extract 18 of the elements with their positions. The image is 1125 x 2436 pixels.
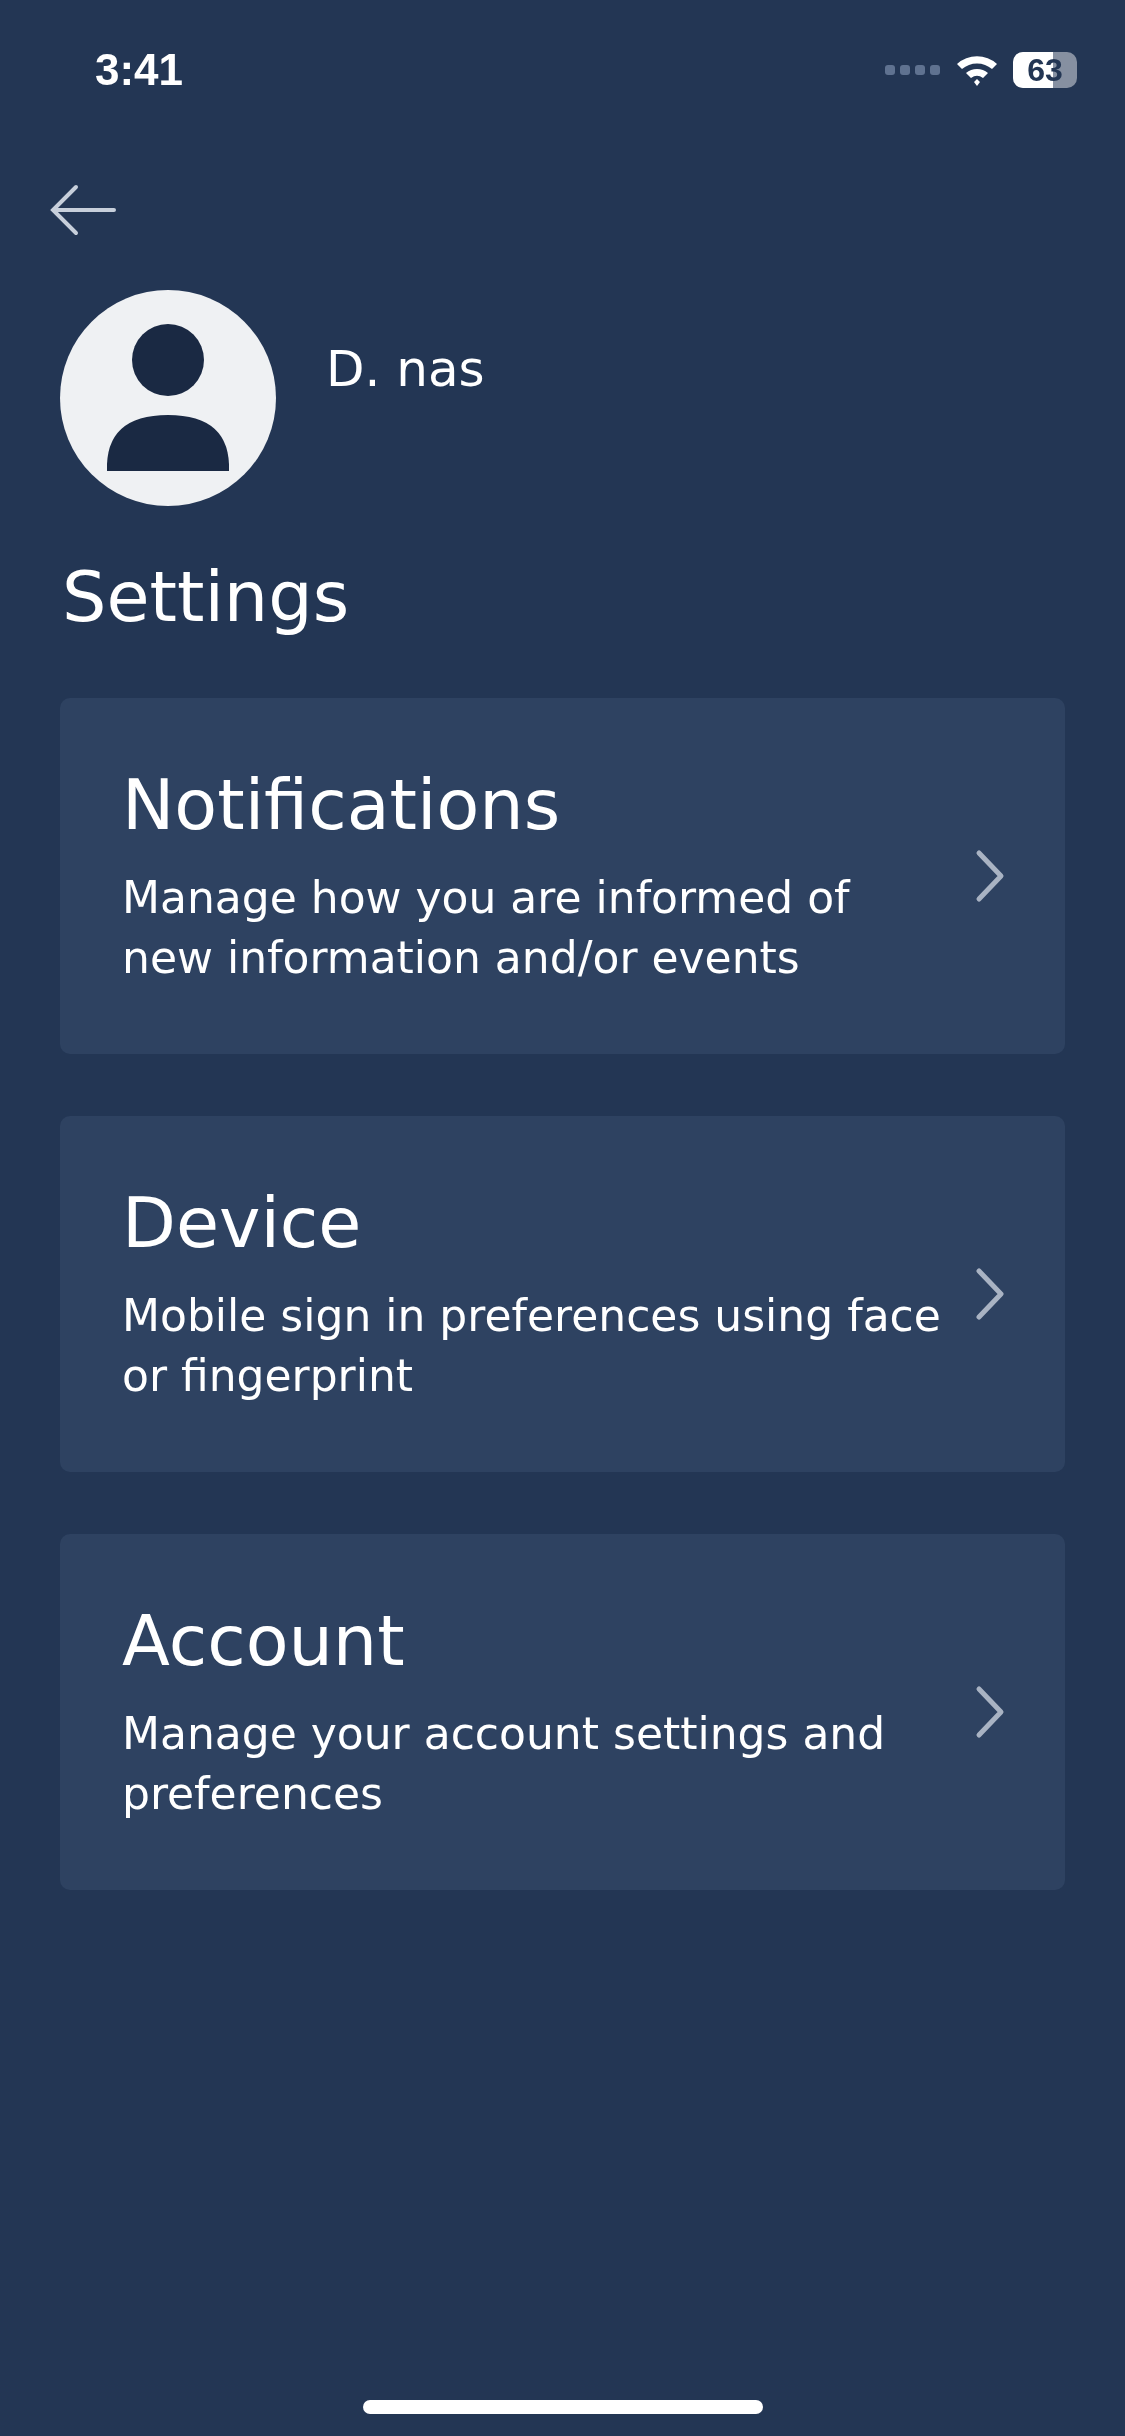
settings-item[interactable]: Notifications Manage how you are informed of new information and/or events (60, 698, 1065, 1054)
settings-item[interactable]: Account Manage your account settings and preferences (60, 1534, 1065, 1890)
battery-level: 63 (1027, 52, 1063, 88)
chevron-icon (975, 1685, 1005, 1739)
item-title: Device (122, 1182, 363, 1264)
status-time: 3:41 (95, 45, 184, 95)
user-name: D. nas (326, 340, 485, 398)
item-description: Manage how you are informed of new information and/or events (122, 871, 852, 985)
item-description: Mobile sign in preferences using face or fingerprint (122, 1289, 942, 1403)
chevron-icon (975, 1267, 1005, 1321)
item-description: Manage your account settings and preferences (122, 1707, 887, 1821)
item-title: Account (122, 1600, 406, 1682)
chevron-icon (975, 849, 1005, 903)
signal-icon (885, 64, 941, 76)
settings-item[interactable]: Device Mobile sign in preferences using face or fingerprint (60, 1116, 1065, 1472)
item-title: Notifications (122, 764, 562, 846)
page-title: Settings (62, 556, 351, 638)
wifi-icon (955, 53, 999, 87)
